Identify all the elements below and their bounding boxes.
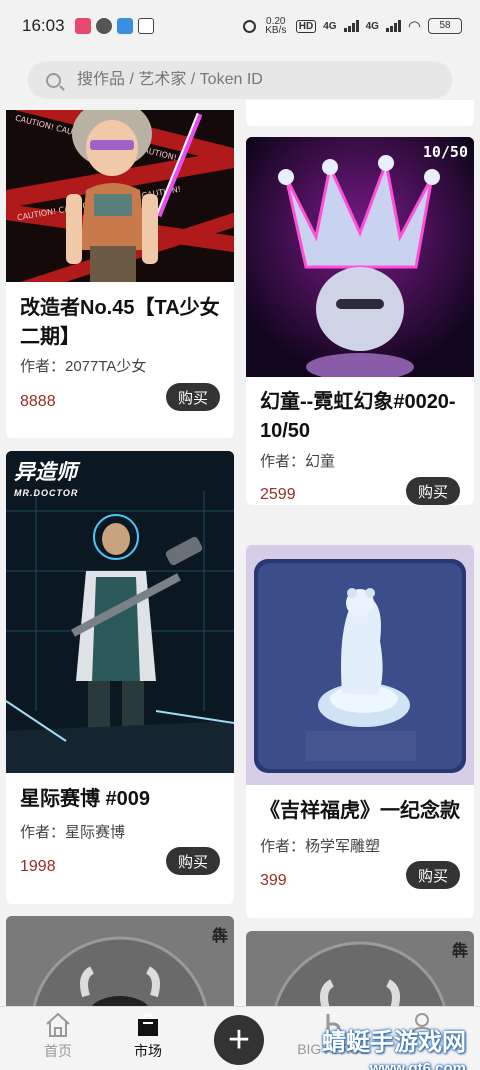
- battery-icon: 58: [428, 18, 462, 34]
- watermark-url: www.qt6.com: [369, 1060, 466, 1070]
- watermark: 蜻蜓手游戏网 www.qt6.com: [322, 1030, 466, 1070]
- nft-card[interactable]: 异造师 MR.DOCTOR 星际赛博 #009 作者：星际赛博 1998 购买: [6, 451, 234, 904]
- nft-card[interactable]: CAUTION! CAUTION! CAUTION! CAUTION! CAUT…: [6, 110, 234, 438]
- buy-button[interactable]: 购买: [166, 847, 220, 875]
- card-price: 1998: [20, 858, 56, 875]
- card-price: 8888: [20, 393, 56, 410]
- edition-badge: 10/50: [422, 143, 468, 161]
- search-bar[interactable]: [28, 61, 452, 99]
- card-author: 作者：星际赛博: [20, 824, 126, 841]
- nft-card[interactable]: 犇: [246, 931, 474, 1016]
- home-icon: [46, 1012, 70, 1037]
- nft-image-tiger-sculpture: [246, 545, 474, 785]
- network-label-2: 4G: [365, 20, 379, 32]
- brand-name: 异造师: [14, 461, 77, 484]
- buy-button[interactable]: 购买: [406, 861, 460, 889]
- network-label: 4G: [323, 20, 337, 32]
- brand-sub: MR.DOCTOR: [14, 488, 79, 498]
- shopping-bag-icon: [138, 1013, 158, 1036]
- chat-notification-icon: [95, 18, 112, 34]
- card-author: 作者：2077TA少女: [20, 358, 147, 375]
- hd-icon: HD: [295, 19, 317, 33]
- nft-image-ox: 犇: [6, 916, 234, 1016]
- signal-icon-2: [385, 20, 401, 32]
- ox-mark: 犇: [451, 941, 468, 960]
- tab-home[interactable]: 首页: [18, 1011, 98, 1061]
- buy-button[interactable]: 购买: [166, 383, 220, 411]
- status-bar: 16:03 0.20 KB/s HD 4G 4G ◠ 58: [0, 0, 480, 52]
- status-indicators: 0.20 KB/s HD 4G 4G ◠ 58: [242, 16, 462, 36]
- nft-image-mr-doctor: 异造师 MR.DOCTOR: [6, 451, 234, 773]
- nft-image-neon-crown: 10/50: [246, 137, 474, 377]
- wifi-icon: ◠: [407, 18, 421, 35]
- watermark-text: 蜻蜓手游戏网: [322, 1029, 466, 1056]
- nft-image-ta-girl: CAUTION! CAUTION! CAUTION! CAUTION! CAUT…: [6, 110, 234, 282]
- nft-image-ox: 犇: [246, 931, 474, 1016]
- browser-notification-icon: [116, 18, 133, 34]
- card-author: 作者：幻童: [260, 453, 336, 470]
- card-title: 《吉祥福虎》一纪念款: [260, 800, 460, 822]
- security-notification-icon: [137, 18, 154, 34]
- card-title: 星际赛博 #009: [20, 788, 151, 810]
- app-notification-icon: [74, 18, 91, 34]
- nft-card[interactable]: 10/50 幻童--霓虹幻象#0020-10/50 作者：幻童 2599 购买: [246, 137, 474, 505]
- signal-icon: [343, 20, 359, 32]
- search-input[interactable]: [77, 71, 407, 89]
- tab-home-label: 首页: [44, 1043, 72, 1059]
- card-title: 改造者No.45【TA少女二期】: [20, 297, 220, 348]
- tab-market[interactable]: 市场: [108, 1011, 188, 1061]
- search-icon: [46, 72, 61, 88]
- card-price: 399: [260, 872, 287, 889]
- card-partial-top-right[interactable]: [246, 100, 474, 126]
- nft-card[interactable]: 犇: [6, 916, 234, 1016]
- alarm-icon: [242, 19, 256, 33]
- nft-card[interactable]: 《吉祥福虎》一纪念款 作者：杨学军雕塑 399 购买: [246, 545, 474, 918]
- net-speed: 0.20 KB/s: [265, 16, 287, 36]
- status-time: 16:03: [22, 16, 65, 35]
- ox-mark: 犇: [211, 926, 228, 945]
- create-plus-button[interactable]: +: [214, 1015, 264, 1065]
- brand-logo: 异造师 MR.DOCTOR: [14, 461, 79, 503]
- card-author: 作者：杨学军雕塑: [260, 838, 381, 855]
- tab-market-label: 市场: [134, 1043, 162, 1059]
- card-price: 2599: [260, 486, 296, 503]
- buy-button[interactable]: 购买: [406, 477, 460, 505]
- card-title: 幻童--霓虹幻象#0020-10/50: [260, 391, 456, 442]
